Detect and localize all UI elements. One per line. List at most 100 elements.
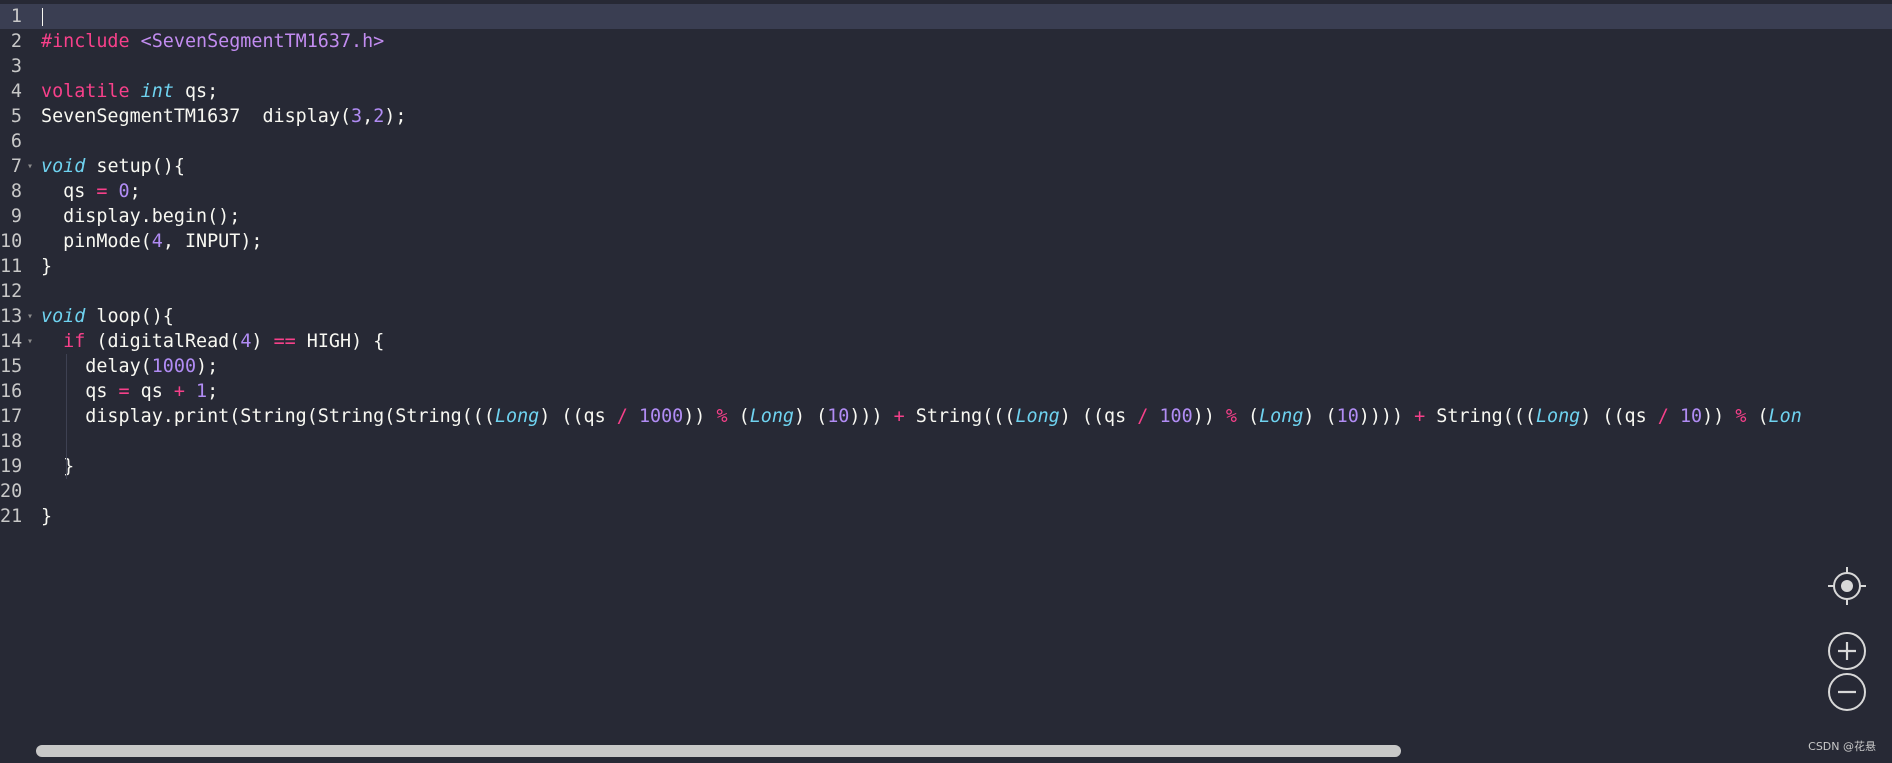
code-text: SevenSegmentTM1637 display(3,2); <box>41 104 406 129</box>
code-token: (digitalRead( <box>85 331 241 352</box>
code-token: void <box>41 306 86 327</box>
code-token: qs <box>41 381 119 402</box>
code-token: ( <box>727 406 750 427</box>
code-token: Long <box>1259 406 1304 427</box>
line-number: 14 <box>0 331 23 352</box>
fold-toggle-icon[interactable]: ▾ <box>25 304 35 329</box>
code-token: 10 <box>827 406 850 427</box>
code-line[interactable]: 12 <box>0 279 1892 304</box>
line-number: 16 <box>0 381 23 402</box>
code-editor[interactable]: 1 2 #include <SevenSegmentTM1637.h> 3 4 volat… <box>0 0 1892 763</box>
code-line[interactable]: 21} <box>0 504 1892 529</box>
fold-toggle-icon[interactable]: ▾ <box>25 329 35 354</box>
code-line[interactable]: 19 } <box>0 454 1892 479</box>
code-text: if (digitalRead(4) == HIGH) { <box>41 329 384 354</box>
indent-guide <box>66 379 67 404</box>
code-line[interactable]: 14 ▾ if (digitalRead(4) == HIGH) { <box>0 329 1892 354</box>
zoom-in-button[interactable] <box>1827 631 1867 671</box>
code-token: display.print(String(String(String((( <box>41 406 495 427</box>
code-token: display.begin(); <box>41 206 241 227</box>
code-line[interactable]: 15 delay(1000); <box>0 354 1892 379</box>
code-line[interactable]: 11} <box>0 254 1892 279</box>
code-line[interactable]: 7 ▾ void setup(){ <box>0 154 1892 179</box>
code-line[interactable]: 8 qs = 0; <box>0 179 1892 204</box>
code-token: delay( <box>41 356 152 377</box>
code-text: #include <SevenSegmentTM1637.h> <box>41 29 384 54</box>
code-token: / <box>1657 406 1669 427</box>
code-line[interactable]: 4 volatile int qs; <box>0 79 1892 104</box>
line-number: 18 <box>0 431 23 452</box>
code-token: , <box>362 106 374 127</box>
code-token: qs <box>41 181 97 202</box>
code-line[interactable]: 18 <box>0 429 1892 454</box>
code-token: % <box>1225 406 1237 427</box>
code-token: } <box>41 256 53 277</box>
code-token: % <box>716 406 728 427</box>
code-line[interactable]: 20 <box>0 479 1892 504</box>
indent-guide <box>66 404 67 429</box>
line-number: 5 <box>10 106 22 127</box>
text-cursor <box>42 8 43 26</box>
code-token: ( <box>1236 406 1260 427</box>
code-line[interactable]: 2 #include <SevenSegmentTM1637.h> <box>0 29 1892 54</box>
code-line[interactable]: 5 SevenSegmentTM1637 display(3,2); <box>0 104 1892 129</box>
code-token: int <box>140 81 174 102</box>
code-line[interactable]: 17 display.print(String(String(String(((… <box>0 404 1892 429</box>
code-token: + <box>893 406 905 427</box>
code-line[interactable]: 6 <box>0 129 1892 154</box>
line-number: 8 <box>10 181 22 202</box>
code-token: 100 <box>1159 406 1193 427</box>
code-text: } <box>41 504 52 529</box>
watermark-credit: CSDN @花悬 <box>1808 740 1876 753</box>
code-token: } <box>41 456 75 477</box>
code-token: 10 <box>1679 406 1703 427</box>
code-text: pinMode(4, INPUT); <box>41 229 262 254</box>
code-token: pinMode( <box>41 231 152 252</box>
fold-toggle-icon[interactable]: ▾ <box>25 154 35 179</box>
line-number: 15 <box>0 356 23 377</box>
code-line[interactable]: 1 <box>0 4 1892 29</box>
locate-button[interactable] <box>1827 566 1867 606</box>
line-number: 3 <box>10 56 22 77</box>
code-token: 3 <box>351 106 363 127</box>
code-token: Lon <box>1768 406 1802 427</box>
code-text: display.begin(); <box>41 204 240 229</box>
code-line[interactable]: 10 pinMode(4, INPUT); <box>0 229 1892 254</box>
indent-guide <box>66 429 67 454</box>
code-token: % <box>1735 406 1747 427</box>
code-text: void setup(){ <box>41 154 185 179</box>
code-token: 1000 <box>151 356 197 377</box>
code-text: } <box>41 254 52 279</box>
code-text: void loop(){ <box>41 304 174 329</box>
plus-icon <box>1828 632 1866 670</box>
line-number: 12 <box>0 281 23 302</box>
line-number: 10 <box>0 231 23 252</box>
code-line[interactable]: 9 display.begin(); <box>0 204 1892 229</box>
line-number: 2 <box>10 31 22 52</box>
code-line[interactable]: 3 <box>0 54 1892 79</box>
code-token: == <box>273 331 296 352</box>
code-token: <SevenSegmentTM1637.h> <box>140 31 385 52</box>
code-token: + <box>1414 406 1426 427</box>
code-token: ) ( <box>793 406 828 427</box>
code-token: if <box>63 331 86 352</box>
code-token: 2 <box>373 106 385 127</box>
code-token: loop(){ <box>85 306 174 327</box>
code-token: String((( <box>1425 406 1536 427</box>
code-token: ) ((qs <box>1059 406 1138 427</box>
zoom-out-button[interactable] <box>1827 672 1867 712</box>
code-line[interactable]: 13 ▾ void loop(){ <box>0 304 1892 329</box>
code-token: = <box>118 381 130 402</box>
code-token: setup(){ <box>85 156 185 177</box>
code-line[interactable]: 16 qs = qs + 1; <box>0 379 1892 404</box>
code-token: qs <box>129 381 174 402</box>
code-token: 10 <box>1336 406 1359 427</box>
line-number: 1 <box>10 6 22 27</box>
horizontal-scrollbar-thumb[interactable] <box>36 745 1401 757</box>
code-token: volatile <box>41 81 141 102</box>
code-token: )) <box>683 406 717 427</box>
code-token: ); <box>384 106 407 127</box>
